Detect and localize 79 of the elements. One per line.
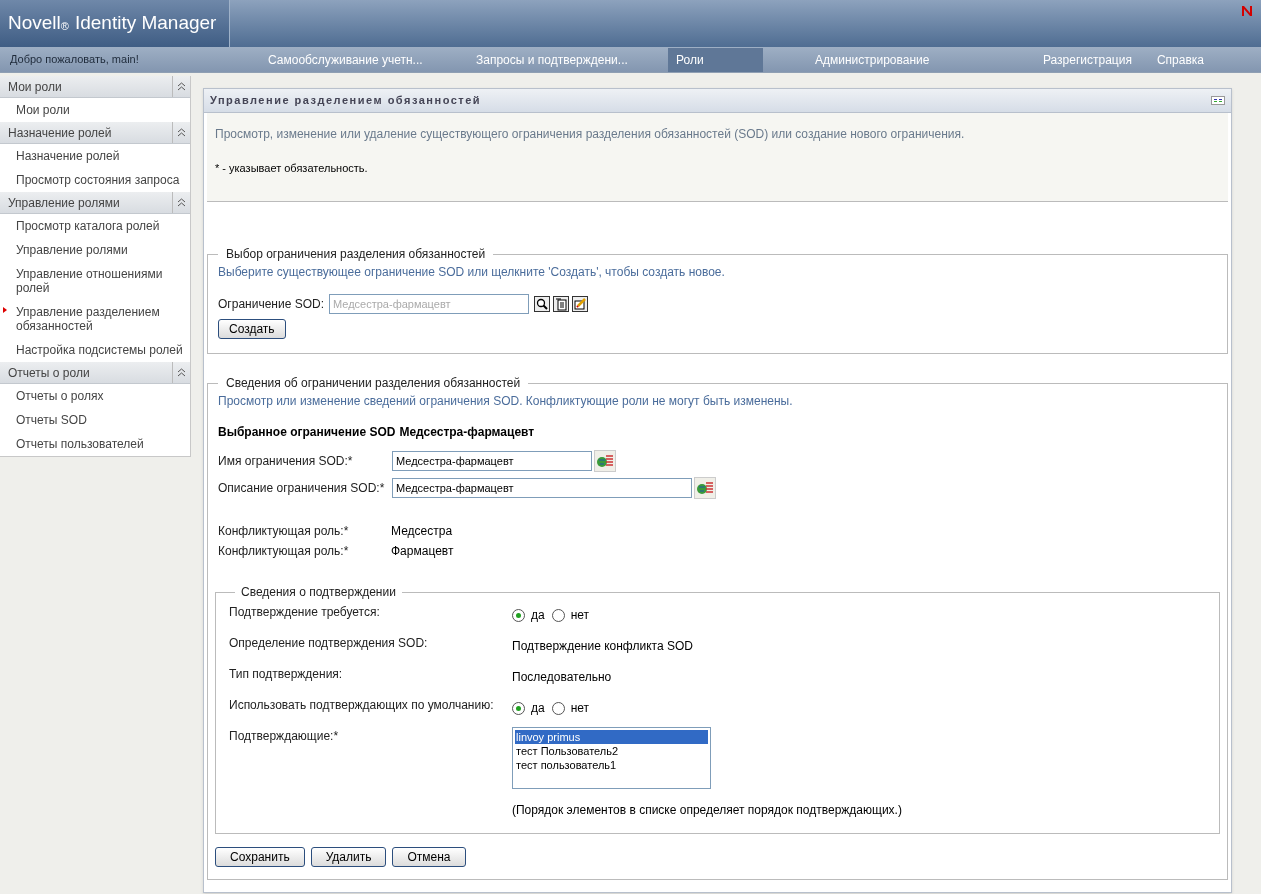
fieldset-legend: Сведения о подтверждении (235, 583, 402, 601)
search-icon[interactable] (534, 296, 550, 312)
field-label: Использовать подтверждающих по умолчанию: (229, 697, 495, 714)
panel-menu-icon[interactable] (1211, 96, 1225, 105)
radio-label: да (531, 700, 545, 717)
welcome-text: Добро пожаловать, main! (10, 52, 140, 68)
radio-label: нет (570, 607, 590, 624)
field-label: Подтверждение требуется: (229, 604, 381, 621)
history-list-icon[interactable] (553, 296, 569, 312)
sidebar-section-header[interactable]: Отчеты о роли (0, 362, 190, 384)
selected-value: Медсестра-фармацевт (399, 424, 535, 441)
radio-button[interactable] (551, 701, 565, 715)
create-button[interactable]: Создать (218, 319, 286, 339)
action-button[interactable]: Сохранить (215, 847, 305, 867)
radio-label: да (531, 607, 545, 624)
section-title: Мои роли (7, 78, 63, 96)
text-field[interactable]: Медсестра-фармацевт (392, 451, 592, 471)
sidebar-item[interactable]: Назначение ролей (0, 148, 122, 164)
approver-list[interactable]: linvoy primus тест Пользователь2 тест пользователь1 (512, 727, 711, 789)
collapse-icon[interactable] (177, 368, 186, 377)
sidebar-section-header[interactable]: Управление ролями (0, 192, 190, 214)
product-name: Novell (8, 11, 61, 36)
collapse-icon[interactable] (177, 82, 186, 91)
sidebar-item[interactable]: Управление отношениями ролей (0, 266, 190, 296)
required-note: * - указывает обязательность. (215, 161, 369, 176)
logo-icon (1241, 5, 1253, 17)
field-label: Тип подтверждения: (229, 666, 344, 683)
text-field[interactable]: Медсестра-фармацевт (392, 478, 692, 498)
list-option[interactable]: linvoy primus (515, 730, 708, 744)
sod-picker-field[interactable]: Медсестра-фармацевт (329, 294, 529, 314)
edit-icon[interactable] (572, 296, 588, 312)
field-value: Последовательно (512, 669, 612, 686)
translate-icon[interactable] (594, 450, 616, 472)
collapse-icon[interactable] (177, 198, 186, 207)
field-label: Описание ограничения SOD:* (218, 480, 386, 497)
list-option[interactable]: тест пользователь1 (515, 758, 708, 772)
sidebar-item[interactable]: Управление разделением обязанностей (0, 304, 190, 334)
sidebar-item[interactable]: Управление ролями (0, 242, 130, 258)
sidebar-section-header[interactable]: Мои роли (0, 76, 190, 98)
selected-heading: Выбранное ограничение SOD (218, 424, 396, 441)
registered-mark: ® (60, 20, 69, 35)
action-button[interactable]: Отмена (392, 847, 466, 867)
field-label: Ограничение SOD: (218, 296, 324, 313)
field-label: Подтверждающие:* (229, 728, 340, 745)
radio-button[interactable] (551, 608, 565, 622)
sidebar-section-header[interactable]: Назначение ролей (0, 122, 190, 144)
collapse-icon[interactable] (177, 128, 186, 137)
radio-button[interactable] (512, 701, 525, 715)
field-label: Конфликтующая роль:* (218, 523, 350, 540)
sidebar-item[interactable]: Отчеты пользователей (0, 436, 146, 452)
sidebar-item[interactable]: Просмотр состояния запроса (0, 172, 182, 188)
section-title: Отчеты о роли (7, 364, 91, 382)
sidebar-item[interactable]: Просмотр каталога ролей (0, 218, 162, 234)
section-title: Управление ролями (7, 194, 121, 212)
hint-text: Просмотр или изменение сведений ограничения SOD. Конфликтующие роли не могут быть изменены. (218, 393, 794, 410)
action-button[interactable]: Удалить (310, 847, 387, 867)
panel-title: Управление разделением обязанностей (210, 93, 482, 109)
fieldset-legend: Сведения об ограничении разделения обязанностей (218, 374, 529, 392)
hint-text: Выберите существующее ограничение SOD или щелкните 'Создать', чтобы создать новое. (218, 264, 726, 281)
nav-tab[interactable]: Роли (668, 47, 763, 72)
field-label: Имя ограничения SOD:* (218, 453, 354, 470)
sidebar-item[interactable]: Мои роли (0, 102, 72, 118)
role-value: Медсестра (391, 523, 453, 540)
radio-button[interactable] (512, 608, 525, 622)
field-value: Подтверждение конфликта SOD (512, 638, 693, 655)
sidebar-item[interactable]: Настройка подсистемы ролей (0, 342, 185, 358)
field-label: Конфликтующая роль:* (218, 543, 350, 560)
list-option[interactable]: тест Пользователь2 (515, 744, 708, 758)
intro-text: Просмотр, изменение или удаление существующего ограничения разделения обязанностей (SOD) или создание нового ограничения. (215, 126, 966, 143)
sidebar-item[interactable]: Отчеты SOD (0, 412, 89, 428)
field-label: Определение подтверждения SOD: (229, 635, 429, 652)
translate-icon[interactable] (694, 477, 716, 499)
product-title: Identity Manager (74, 11, 217, 36)
section-title: Назначение ролей (7, 124, 113, 142)
role-value: Фармацевт (391, 543, 454, 560)
sidebar-item[interactable]: Отчеты о ролях (0, 388, 106, 404)
fieldset-legend: Выбор ограничения разделения обязанностей (218, 245, 494, 263)
list-note: (Порядок элементов в списке определяет порядок подтверждающих.) (512, 802, 902, 819)
radio-label: нет (570, 700, 590, 717)
